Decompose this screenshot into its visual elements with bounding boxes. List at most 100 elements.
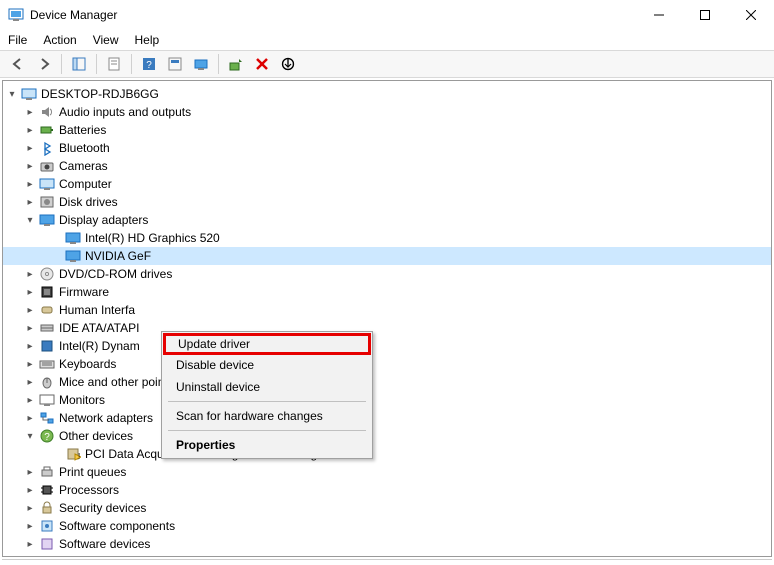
- close-button[interactable]: [728, 0, 774, 30]
- tree-category[interactable]: ▸ Audio inputs and outputs: [3, 103, 771, 121]
- caret-right-icon[interactable]: ▸: [23, 393, 37, 407]
- ctx-uninstall-device[interactable]: Uninstall device: [164, 376, 370, 398]
- menu-action[interactable]: Action: [43, 33, 76, 47]
- tree-category-label: Software devices: [59, 537, 150, 551]
- caret-down-icon[interactable]: ▾: [23, 429, 37, 443]
- tree-category[interactable]: ▸ Monitors: [3, 391, 771, 409]
- caret-down-icon[interactable]: ▾: [23, 213, 37, 227]
- security-icon: [39, 500, 55, 516]
- tree-category[interactable]: ▸ Software components: [3, 517, 771, 535]
- caret-right-icon[interactable]: ▸: [23, 195, 37, 209]
- display-icon: [39, 212, 55, 228]
- toolbar-icon-1[interactable]: [163, 53, 187, 75]
- minimize-button[interactable]: [636, 0, 682, 30]
- caret-down-icon[interactable]: ▾: [5, 87, 19, 101]
- tree-category-label: Computer: [59, 177, 112, 191]
- tree-category[interactable]: ▾ Display adapters: [3, 211, 771, 229]
- tree-category[interactable]: ▸ Print queues: [3, 463, 771, 481]
- tree-category-label: Security devices: [59, 501, 146, 515]
- uninstall-device-button[interactable]: [250, 53, 274, 75]
- maximize-button[interactable]: [682, 0, 728, 30]
- tree-category[interactable]: ▸ Cameras: [3, 157, 771, 175]
- caret-right-icon[interactable]: ▸: [23, 339, 37, 353]
- app-icon: [8, 7, 24, 23]
- audio-icon: [39, 104, 55, 120]
- caret-right-icon[interactable]: ▸: [23, 519, 37, 533]
- tree-category-label: Cameras: [59, 159, 108, 173]
- device-tree[interactable]: ▾ DESKTOP-RDJB6GG ▸ Audio inputs and out…: [3, 81, 771, 556]
- mouse-icon: [39, 374, 55, 390]
- bluetooth-icon: [39, 140, 55, 156]
- help-button[interactable]: ?: [137, 53, 161, 75]
- menu-view[interactable]: View: [93, 33, 119, 47]
- menu-help[interactable]: Help: [135, 33, 160, 47]
- caret-right-icon[interactable]: ▸: [23, 375, 37, 389]
- tree-category[interactable]: ▸ Firmware: [3, 283, 771, 301]
- ctx-disable-device-label: Disable device: [176, 358, 254, 372]
- hid-icon: [39, 302, 55, 318]
- tree-device-selected[interactable]: NVIDIA GeF: [3, 247, 771, 265]
- tree-category[interactable]: ▸ IDE ATA/ATAPI: [3, 319, 771, 337]
- svg-text:!: !: [78, 452, 80, 461]
- tree-category[interactable]: ▸ Network adapters: [3, 409, 771, 427]
- tree-category[interactable]: ▸ Batteries: [3, 121, 771, 139]
- caret-right-icon[interactable]: ▸: [23, 105, 37, 119]
- tree-category-label: Bluetooth: [59, 141, 110, 155]
- back-button[interactable]: [6, 53, 30, 75]
- context-menu: Update driver Disable device Uninstall d…: [161, 331, 373, 459]
- ctx-disable-device[interactable]: Disable device: [164, 354, 370, 376]
- tree-device[interactable]: Intel(R) HD Graphics 520: [3, 229, 771, 247]
- tree-category[interactable]: ▸ Software devices: [3, 535, 771, 553]
- softdev-icon: [39, 536, 55, 552]
- caret-right-icon[interactable]: ▸: [23, 465, 37, 479]
- tree-category[interactable]: ▸ Keyboards: [3, 355, 771, 373]
- ctx-properties[interactable]: Properties: [164, 434, 370, 456]
- tree-category[interactable]: ▸ Human Interfa: [3, 301, 771, 319]
- computer-icon: [39, 176, 55, 192]
- caret-right-icon[interactable]: ▸: [23, 267, 37, 281]
- caret-right-icon[interactable]: ▸: [23, 159, 37, 173]
- caret-right-icon[interactable]: ▸: [23, 303, 37, 317]
- caret-right-icon[interactable]: ▸: [23, 411, 37, 425]
- tree-category[interactable]: ▸ Bluetooth: [3, 139, 771, 157]
- tree-category[interactable]: ▸ Intel(R) Dynam: [3, 337, 771, 355]
- caret-right-icon[interactable]: ▸: [23, 285, 37, 299]
- ctx-separator: [168, 430, 366, 431]
- tree-category[interactable]: ▸ Security devices: [3, 499, 771, 517]
- forward-button[interactable]: [32, 53, 56, 75]
- tree-category-label: Firmware: [59, 285, 109, 299]
- ctx-update-driver-label: Update driver: [178, 337, 250, 351]
- show-hide-tree-button[interactable]: [67, 53, 91, 75]
- caret-right-icon[interactable]: ▸: [23, 483, 37, 497]
- update-driver-button[interactable]: [224, 53, 248, 75]
- menu-bar: File Action View Help: [0, 30, 774, 50]
- caret-right-icon[interactable]: ▸: [23, 141, 37, 155]
- caret-right-icon[interactable]: ▸: [23, 357, 37, 371]
- tree-category-label: Batteries: [59, 123, 106, 137]
- ctx-scan-hardware[interactable]: Scan for hardware changes: [164, 405, 370, 427]
- tree-category[interactable]: ▸ DVD/CD-ROM drives: [3, 265, 771, 283]
- disable-device-button[interactable]: [276, 53, 300, 75]
- caret-right-icon[interactable]: ▸: [23, 321, 37, 335]
- tree-category[interactable]: ▸ Mice and other pointing devices: [3, 373, 771, 391]
- menu-file[interactable]: File: [8, 33, 27, 47]
- ctx-update-driver[interactable]: Update driver: [163, 333, 371, 355]
- tree-category[interactable]: ▸ Processors: [3, 481, 771, 499]
- caret-right-icon[interactable]: ▸: [23, 123, 37, 137]
- tree-device[interactable]: ! PCI Data Acquisition and Signal Proces…: [3, 445, 771, 463]
- network-icon: [39, 410, 55, 426]
- tree-category-label: DVD/CD-ROM drives: [59, 267, 172, 281]
- scan-hardware-button[interactable]: [189, 53, 213, 75]
- tree-category-label: IDE ATA/ATAPI: [59, 321, 139, 335]
- tree-category-label: Other devices: [59, 429, 133, 443]
- display-icon: [65, 230, 81, 246]
- caret-right-icon[interactable]: ▸: [23, 537, 37, 551]
- caret-right-icon[interactable]: ▸: [23, 501, 37, 515]
- tree-category[interactable]: ▸ Disk drives: [3, 193, 771, 211]
- properties-button[interactable]: [102, 53, 126, 75]
- camera-icon: [39, 158, 55, 174]
- caret-right-icon[interactable]: ▸: [23, 177, 37, 191]
- tree-category[interactable]: ▸ Computer: [3, 175, 771, 193]
- tree-category[interactable]: ▾ ? Other devices: [3, 427, 771, 445]
- tree-root[interactable]: ▾ DESKTOP-RDJB6GG: [3, 85, 771, 103]
